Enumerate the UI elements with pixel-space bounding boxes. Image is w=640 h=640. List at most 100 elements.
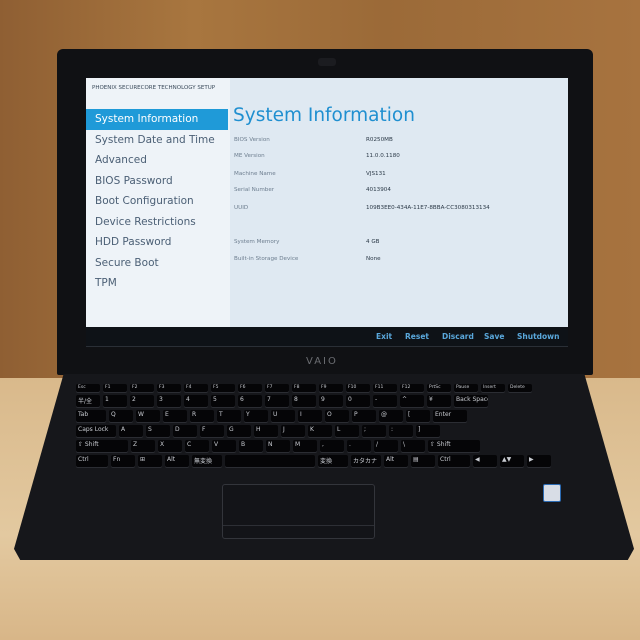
key[interactable]: ▲▼ — [500, 455, 524, 467]
sidebar-item[interactable]: BIOS Password — [86, 171, 228, 192]
key[interactable]: ¥ — [427, 395, 451, 407]
key[interactable]: Alt — [165, 455, 189, 467]
sidebar-item[interactable]: System Information — [86, 109, 228, 130]
key[interactable]: J — [281, 425, 305, 437]
key[interactable]: カタカナ — [351, 455, 381, 467]
key[interactable]: X — [158, 440, 182, 452]
sidebar-item[interactable]: Secure Boot — [86, 253, 228, 274]
key[interactable]: 3 — [157, 395, 181, 407]
key[interactable]: 6 — [238, 395, 262, 407]
key[interactable]: PrtSc — [427, 384, 451, 392]
key[interactable]: Caps Lock — [76, 425, 116, 437]
key[interactable]: F11 — [373, 384, 397, 392]
key[interactable]: R — [190, 410, 214, 422]
key[interactable]: M — [293, 440, 317, 452]
sidebar-item[interactable]: Advanced — [86, 150, 228, 171]
sidebar-item[interactable]: HDD Password — [86, 232, 228, 253]
key[interactable]: F1 — [103, 384, 127, 392]
key[interactable]: T — [217, 410, 241, 422]
key[interactable]: Back Space — [454, 395, 488, 407]
key[interactable]: F5 — [211, 384, 235, 392]
key[interactable]: 2 — [130, 395, 154, 407]
key[interactable]: G — [227, 425, 251, 437]
key[interactable]: 5 — [211, 395, 235, 407]
key[interactable]: F10 — [346, 384, 370, 392]
key[interactable]: V — [212, 440, 236, 452]
key[interactable]: F12 — [400, 384, 424, 392]
reset-button[interactable]: Reset — [405, 332, 429, 341]
key[interactable]: W — [136, 410, 160, 422]
key[interactable]: . — [347, 440, 371, 452]
key[interactable]: Esc — [76, 384, 100, 392]
key[interactable]: ; — [362, 425, 386, 437]
key[interactable]: [ — [406, 410, 430, 422]
key[interactable]: 9 — [319, 395, 343, 407]
key[interactable]: O — [325, 410, 349, 422]
sidebar-item[interactable]: System Date and Time — [86, 130, 228, 151]
key[interactable]: S — [146, 425, 170, 437]
key[interactable]: ⇧ Shift — [428, 440, 480, 452]
key[interactable]: : — [389, 425, 413, 437]
key[interactable]: ⇧ Shift — [76, 440, 128, 452]
key[interactable]: Enter — [433, 410, 467, 422]
sidebar-item[interactable]: TPM — [86, 273, 228, 294]
exit-button[interactable]: Exit — [376, 332, 392, 341]
key[interactable]: / — [374, 440, 398, 452]
key[interactable]: F4 — [184, 384, 208, 392]
key[interactable]: D — [173, 425, 197, 437]
key[interactable]: @ — [379, 410, 403, 422]
key[interactable]: F3 — [157, 384, 181, 392]
shutdown-button[interactable]: Shutdown — [517, 332, 559, 341]
key[interactable]: F6 — [238, 384, 262, 392]
key[interactable]: F2 — [130, 384, 154, 392]
key[interactable]: 8 — [292, 395, 316, 407]
key[interactable]: 0 — [346, 395, 370, 407]
key[interactable]: Fn — [111, 455, 135, 467]
touchpad[interactable] — [222, 484, 375, 539]
key[interactable]: ◀ — [473, 455, 497, 467]
key[interactable] — [225, 455, 315, 467]
key[interactable]: 4 — [184, 395, 208, 407]
key[interactable]: ] — [416, 425, 440, 437]
key[interactable]: Delete — [508, 384, 532, 392]
key[interactable]: N — [266, 440, 290, 452]
key[interactable]: L — [335, 425, 359, 437]
key[interactable]: F — [200, 425, 224, 437]
discard-button[interactable]: Discard — [442, 332, 474, 341]
key[interactable]: , — [320, 440, 344, 452]
key[interactable]: B — [239, 440, 263, 452]
key[interactable]: Pause — [454, 384, 478, 392]
sidebar-item[interactable]: Boot Configuration — [86, 191, 228, 212]
key[interactable]: Q — [109, 410, 133, 422]
key[interactable]: F9 — [319, 384, 343, 392]
key[interactable]: 7 — [265, 395, 289, 407]
key[interactable]: ⊞ — [138, 455, 162, 467]
key[interactable]: A — [119, 425, 143, 437]
key[interactable]: - — [373, 395, 397, 407]
key[interactable]: Z — [131, 440, 155, 452]
key[interactable]: \ — [401, 440, 425, 452]
key[interactable]: Insert — [481, 384, 505, 392]
key[interactable]: Ctrl — [76, 455, 108, 467]
key[interactable]: Alt — [384, 455, 408, 467]
key[interactable]: ▤ — [411, 455, 435, 467]
sidebar-item[interactable]: Device Restrictions — [86, 212, 228, 233]
save-button[interactable]: Save — [484, 332, 504, 341]
key[interactable]: Tab — [76, 410, 106, 422]
key[interactable]: ^ — [400, 395, 424, 407]
key[interactable]: 無変換 — [192, 455, 222, 467]
key[interactable]: F7 — [265, 384, 289, 392]
key[interactable]: Ctrl — [438, 455, 470, 467]
key[interactable]: Y — [244, 410, 268, 422]
key[interactable]: K — [308, 425, 332, 437]
key[interactable]: E — [163, 410, 187, 422]
key[interactable]: ▶ — [527, 455, 551, 467]
key[interactable]: F8 — [292, 384, 316, 392]
key[interactable]: 半/全 — [76, 395, 100, 407]
key[interactable]: U — [271, 410, 295, 422]
key[interactable]: P — [352, 410, 376, 422]
key[interactable]: C — [185, 440, 209, 452]
key[interactable]: H — [254, 425, 278, 437]
key[interactable]: I — [298, 410, 322, 422]
key[interactable]: 1 — [103, 395, 127, 407]
